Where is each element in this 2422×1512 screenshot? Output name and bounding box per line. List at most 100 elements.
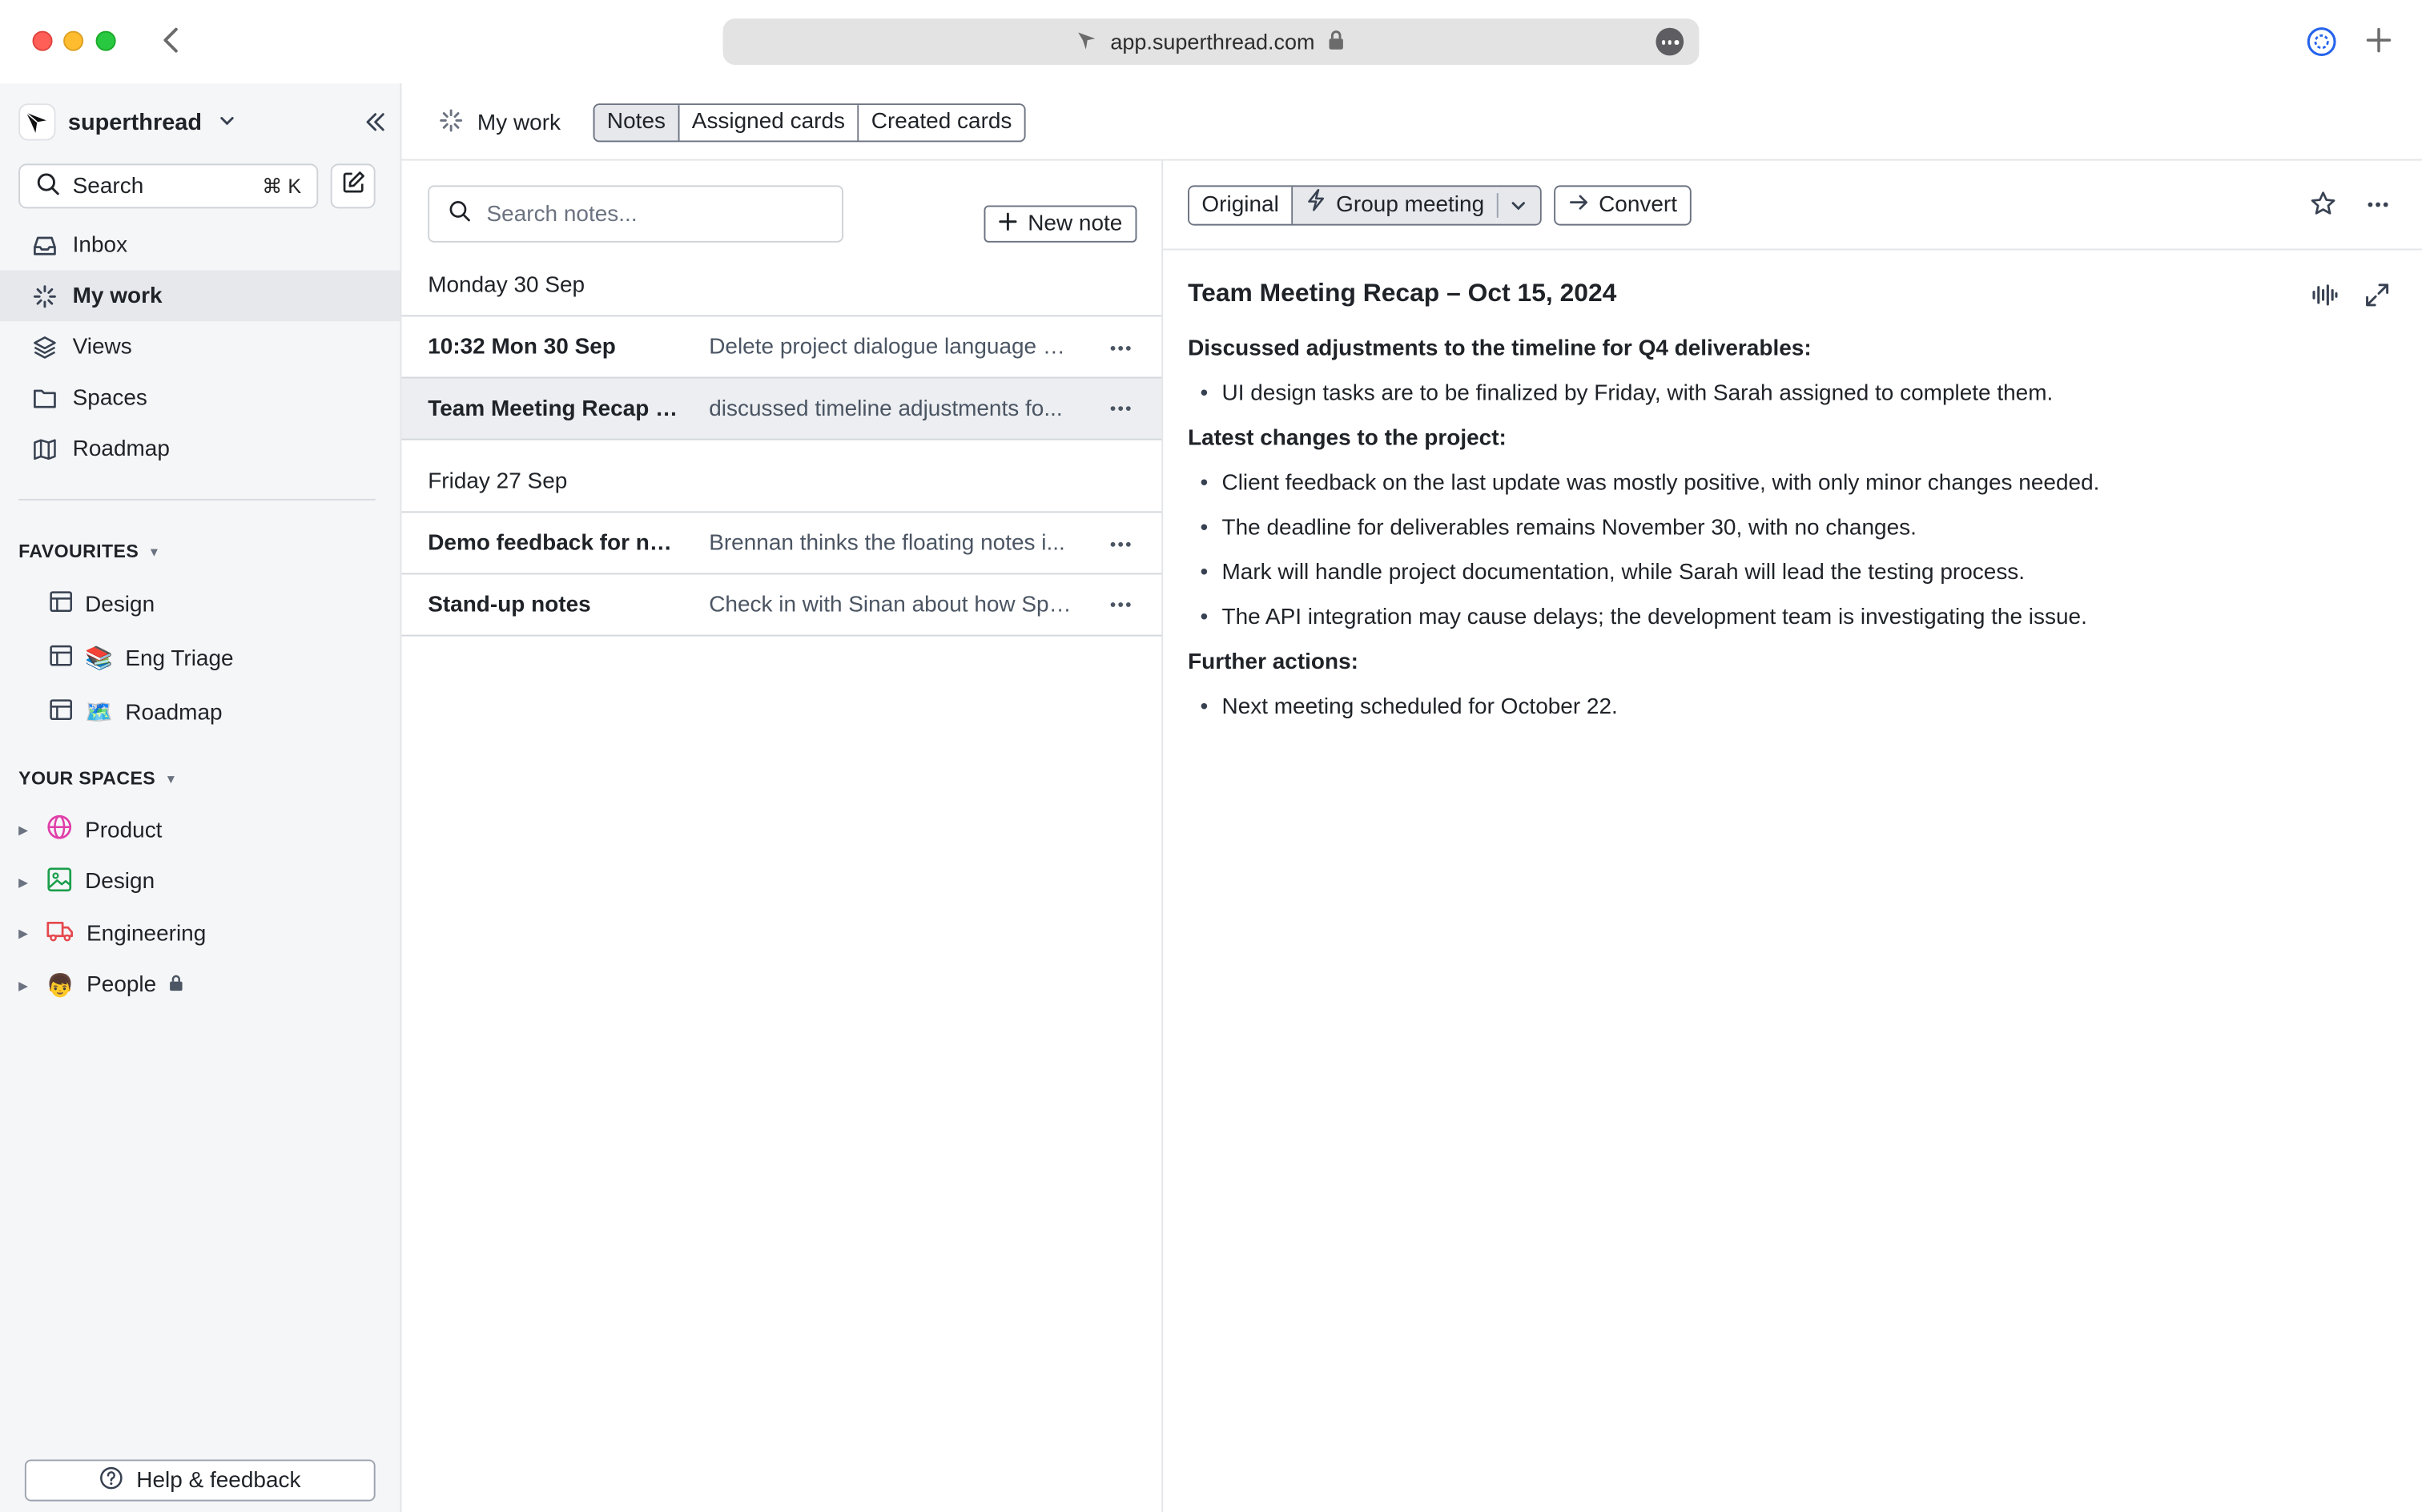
favourite-label: Roadmap xyxy=(125,700,223,726)
note-bullet: The API integration may cause delays; th… xyxy=(1188,602,2392,647)
note-row[interactable]: Stand-up notes Check in with Sinan about… xyxy=(401,573,1162,637)
window-minimize-button[interactable] xyxy=(63,30,84,51)
favourite-item-design[interactable]: Design xyxy=(0,577,400,631)
table-icon xyxy=(50,590,73,620)
lock-icon xyxy=(169,973,184,998)
expand-icon[interactable] xyxy=(2364,281,2392,309)
sidebar-item-views[interactable]: Views xyxy=(0,321,400,372)
superthread-logo-icon xyxy=(18,103,56,141)
window-close-button[interactable] xyxy=(32,30,53,51)
note-detail-panel: Original Group meeting Convert Team Meet… xyxy=(1163,161,2422,1512)
window-zoom-button[interactable] xyxy=(95,30,116,51)
template-group-meeting-button[interactable]: Group meeting xyxy=(1293,187,1497,224)
new-tab-plus-icon[interactable] xyxy=(2364,25,2395,56)
space-item-product[interactable]: ▶ Product xyxy=(0,805,400,857)
help-feedback-button[interactable]: Help & feedback xyxy=(24,1459,376,1502)
note-row-selected[interactable]: Team Meeting Recap –... discussed timeli… xyxy=(401,376,1162,440)
new-note-label: New note xyxy=(1028,211,1123,237)
compose-button[interactable] xyxy=(330,163,376,209)
back-arrow-icon[interactable] xyxy=(155,22,188,58)
favourites-header-label: FAVOURITES xyxy=(18,540,139,562)
note-snippet: Brennan thinks the floating notes i... xyxy=(709,531,1065,557)
expand-triangle-icon[interactable]: ▶ xyxy=(18,875,34,889)
browser-toolbar: app.superthread.com xyxy=(0,0,2422,84)
note-snippet: Delete project dialogue language d... xyxy=(709,335,1074,360)
extension-icon[interactable] xyxy=(2306,26,2337,58)
template-switcher: Original Group meeting xyxy=(1188,185,1542,226)
compose-icon xyxy=(340,170,365,202)
new-note-button[interactable]: New note xyxy=(984,205,1137,243)
template-original-button[interactable]: Original xyxy=(1189,187,1293,224)
space-label: Design xyxy=(85,870,155,895)
address-bar[interactable]: app.superthread.com xyxy=(722,18,1700,65)
favourite-label: Eng Triage xyxy=(125,646,234,671)
more-options-icon[interactable] xyxy=(2362,191,2393,216)
star-icon[interactable] xyxy=(2309,190,2340,221)
help-feedback-label: Help & feedback xyxy=(136,1468,301,1493)
audio-waveform-icon[interactable] xyxy=(2311,281,2339,309)
more-icon[interactable] xyxy=(1104,593,1136,617)
chevron-down-icon xyxy=(1496,193,1540,218)
page-title: My work xyxy=(439,108,561,139)
tab-notes[interactable]: Notes xyxy=(594,105,680,141)
notes-list-panel: Search notes... New note Monday 30 Sep 1… xyxy=(401,160,1164,1512)
sidebar-item-spaces[interactable]: Spaces xyxy=(0,372,400,424)
table-icon xyxy=(50,698,73,728)
more-icon[interactable] xyxy=(1104,531,1136,556)
world-map-emoji-icon: 🗺️ xyxy=(85,701,113,726)
note-body[interactable]: Discussed adjustments to the timeline fo… xyxy=(1188,334,2392,737)
sidebar-nav: Inbox My work Views Spaces Roadmap xyxy=(0,219,400,474)
sidebar-item-roadmap[interactable]: Roadmap xyxy=(0,423,400,474)
favourites-header[interactable]: FAVOURITES ▼ xyxy=(18,541,160,562)
collapse-sidebar-icon[interactable] xyxy=(361,108,389,136)
sidebar-divider xyxy=(18,498,376,501)
note-title: Stand-up notes xyxy=(428,592,591,617)
favourite-item-roadmap[interactable]: 🗺️ Roadmap xyxy=(0,686,400,739)
favourite-label: Design xyxy=(85,592,155,617)
note-row[interactable]: 10:32 Mon 30 Sep Delete project dialogue… xyxy=(401,315,1162,378)
sidebar-item-label: Views xyxy=(72,334,132,360)
main-topbar: My work Notes Assigned cards Created car… xyxy=(401,83,2422,161)
space-label: Engineering xyxy=(86,921,207,947)
space-item-engineering[interactable]: ▶ Engineering xyxy=(0,908,400,960)
tab-assigned-cards[interactable]: Assigned cards xyxy=(679,105,859,141)
favourite-item-eng-triage[interactable]: 📚 Eng Triage xyxy=(0,632,400,686)
mywork-icon xyxy=(31,283,58,309)
expand-triangle-icon[interactable]: ▶ xyxy=(18,927,34,941)
note-title-heading[interactable]: Team Meeting Recap – Oct 15, 2024 xyxy=(1188,279,1616,309)
arrow-right-icon xyxy=(1567,191,1589,219)
your-spaces-header[interactable]: YOUR SPACES ▼ xyxy=(18,767,177,789)
convert-label: Convert xyxy=(1599,193,1678,218)
space-item-people[interactable]: ▶ 👦 People xyxy=(0,960,400,1012)
space-item-design[interactable]: ▶ Design xyxy=(0,856,400,908)
tab-created-cards[interactable]: Created cards xyxy=(859,105,1024,141)
convert-button[interactable]: Convert xyxy=(1554,185,1692,226)
notes-search-input[interactable]: Search notes... xyxy=(428,185,843,243)
spaces-list: ▶ Product ▶ Design ▶ Engineering ▶ 👦 Peo… xyxy=(0,805,400,1011)
expand-triangle-icon[interactable]: ▶ xyxy=(18,823,34,837)
expand-triangle-icon[interactable]: ▶ xyxy=(18,979,34,992)
folder-icon xyxy=(31,384,58,411)
more-icon[interactable] xyxy=(1104,396,1136,421)
page-menu-icon[interactable] xyxy=(1656,27,1684,56)
more-icon[interactable] xyxy=(1104,335,1136,360)
sidebar-search-button[interactable]: Search ⌘ K xyxy=(18,163,319,209)
note-bullet: The deadline for deliverables remains No… xyxy=(1188,513,2392,557)
favourites-list: Design 📚 Eng Triage 🗺️ Roadmap xyxy=(0,577,400,739)
truck-icon xyxy=(46,918,74,951)
workspace-switcher[interactable]: superthread xyxy=(18,102,235,142)
note-row[interactable]: Demo feedback for notes Brennan thinks t… xyxy=(401,511,1162,574)
site-favicon-icon xyxy=(1076,29,1098,55)
table-icon xyxy=(50,644,73,674)
search-label: Search xyxy=(72,173,144,199)
sidebar-item-inbox[interactable]: Inbox xyxy=(0,219,400,271)
note-snippet: discussed timeline adjustments fo... xyxy=(709,396,1063,421)
lightning-icon xyxy=(1306,187,1327,223)
person-emoji-icon: 👦 xyxy=(46,974,74,999)
lock-icon xyxy=(1327,29,1346,55)
space-label: People xyxy=(86,973,157,999)
mywork-icon xyxy=(439,108,464,139)
template-dropdown-button[interactable] xyxy=(1496,187,1540,224)
sidebar-item-my-work[interactable]: My work xyxy=(0,270,400,322)
search-icon xyxy=(448,199,471,229)
